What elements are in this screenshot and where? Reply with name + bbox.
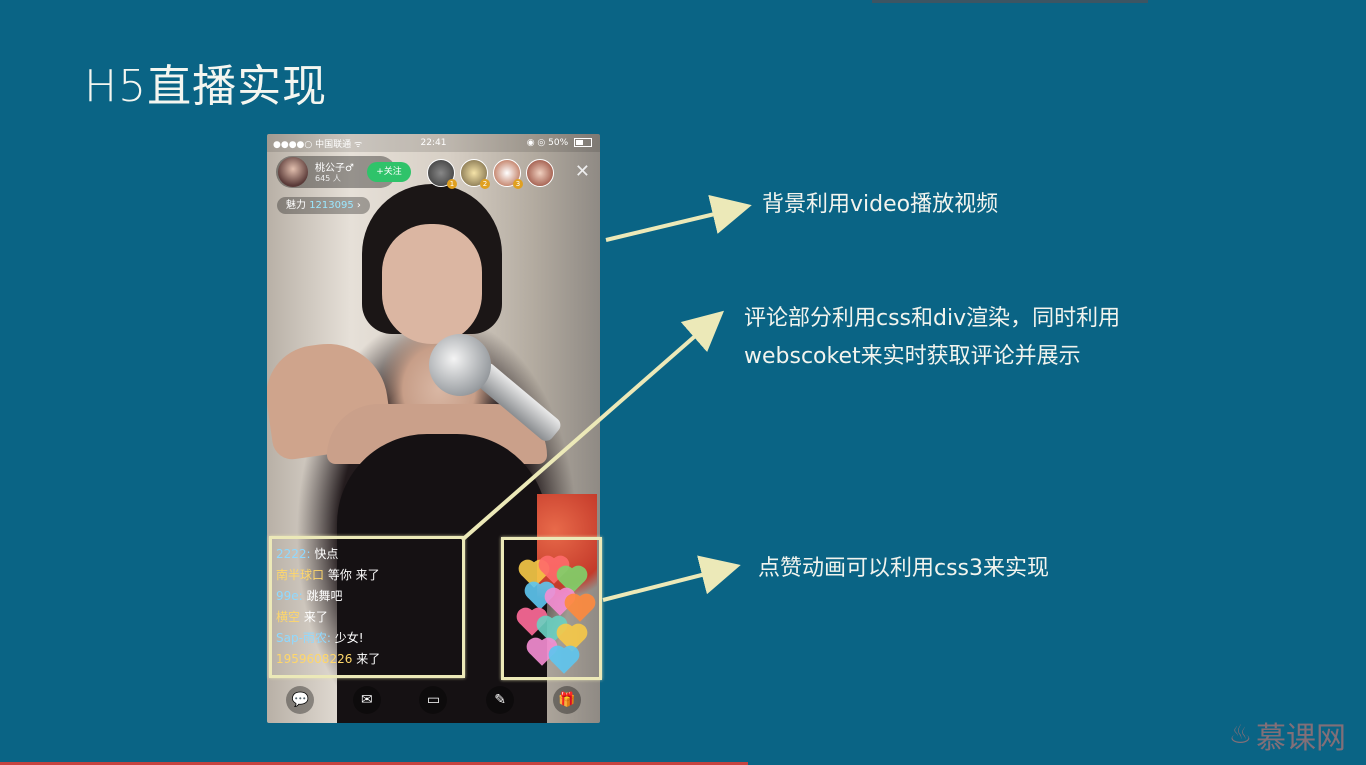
flame-logo-icon: ♨	[1228, 720, 1252, 750]
annotation-comments-line1: 评论部分利用css和div渲染，同时利用	[744, 306, 1121, 331]
watermark: ♨ 慕课网	[1229, 713, 1346, 757]
arrow-comments	[460, 310, 725, 542]
annotation-comments-line2: webscoket来实时获取评论并展示	[744, 344, 1081, 369]
arrow-likes	[602, 555, 741, 602]
annotation-arrows	[460, 194, 752, 602]
annotation-video: 背景利用video播放视频	[762, 192, 999, 217]
watermark-text: 慕课网	[1256, 721, 1346, 756]
annotation-likes: 点赞动画可以利用css3来实现	[758, 556, 1050, 581]
arrow-video	[605, 194, 752, 242]
